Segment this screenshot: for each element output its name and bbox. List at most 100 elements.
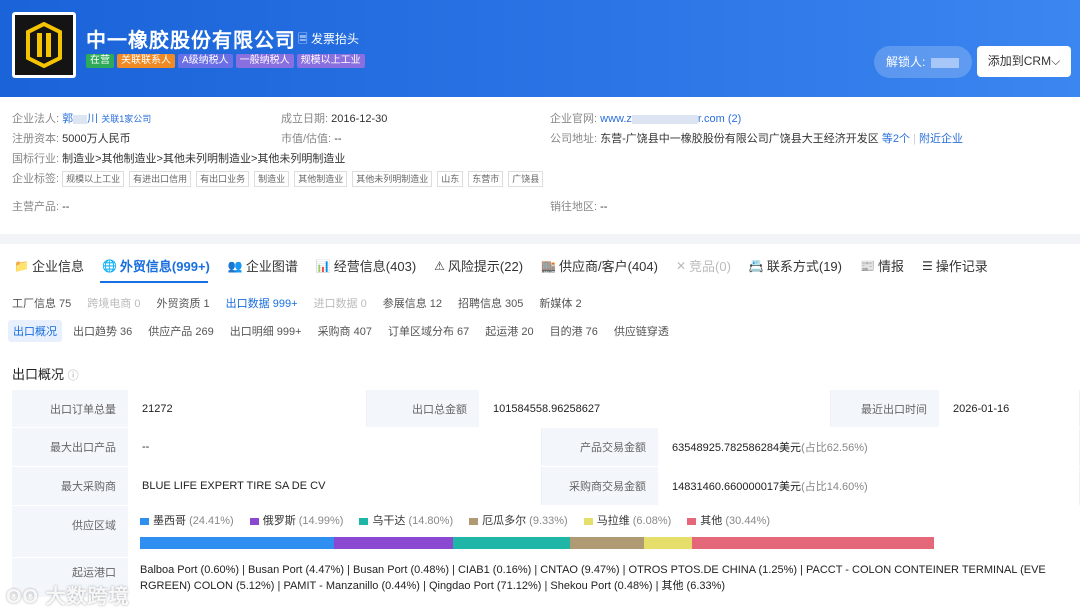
max-buyer-value[interactable]: BLUE LIFE EXPERT TIRE SA DE CV — [128, 467, 542, 505]
subtab2-item[interactable]: 目的港 76 — [545, 320, 603, 342]
legend-swatch — [359, 517, 369, 525]
unlocker-mask — [930, 57, 959, 68]
order-total-value: 21272 — [128, 390, 367, 427]
amount-label: 出口总金额 — [367, 390, 479, 427]
subtab2-item[interactable]: 供应产品 269 — [143, 320, 218, 342]
legend-swatch — [469, 517, 479, 525]
industry-value: 制造业>其他制造业>其他未列明制造业>其他未列明制造业 — [62, 153, 346, 165]
section-divider — [0, 234, 1080, 244]
product-amount-label: 产品交易金额 — [542, 428, 658, 466]
subtab-item[interactable]: 新媒体 2 — [539, 295, 581, 311]
tab-0[interactable]: 📁 企业信息 — [14, 256, 84, 275]
tab-label: 操作记录 — [935, 259, 988, 274]
legal-person-value[interactable]: 郭川 — [62, 113, 98, 125]
tab-icon: 🌐 — [101, 258, 117, 273]
tab-6[interactable]: ✕ 竞品(0) — [676, 256, 731, 275]
company-tag[interactable]: 其他制造业 — [294, 171, 348, 187]
invoice-title-link[interactable]: 🗏 发票抬头 — [298, 30, 359, 51]
tab-8[interactable]: 📰 情报 — [860, 256, 904, 275]
tab-icon: 🏬 — [541, 258, 556, 273]
subtab2-item[interactable]: 出口趋势 36 — [68, 320, 137, 342]
tags-row: 企业标签: 规模以上工业 有进出口信用 有出口业务 制造业 其他制造业 其他未列明制造业山… — [12, 170, 548, 187]
max-product-label: 最大出口产品 — [12, 428, 128, 466]
legend-item: 厄瓜多尔 (9.33%) — [469, 512, 568, 528]
last-export-label: 最近出口时间 — [831, 390, 939, 427]
stacked-bar — [140, 537, 934, 549]
subtab2-item[interactable]: 订单区域分布 67 — [383, 320, 474, 342]
legend-percent: (14.80%) — [408, 515, 454, 527]
supply-region-label: 供应区域 — [12, 506, 128, 557]
unlocker-pill: 解锁人: — [874, 46, 972, 78]
subtab-item[interactable]: 工厂信息 75 — [12, 295, 71, 311]
company-tag[interactable]: 制造业 — [254, 171, 290, 187]
company-tags: 在营 关联联系人 A级纳税人 一般纳税人 规模以上工业 — [86, 54, 365, 68]
company-tag[interactable]: 广饶县 — [508, 171, 544, 187]
product-value: -- — [62, 201, 70, 213]
company-tag[interactable]: 有进出口信用 — [129, 171, 192, 187]
subtab-item[interactable]: 外贸资质 1 — [156, 295, 209, 311]
buyer-amount-cell: 14831460.660000017美元 (占比14.60%) — [658, 467, 1080, 505]
legend-label: 俄罗斯 — [262, 515, 299, 527]
product-row: 主营产品: -- — [12, 198, 69, 214]
sales-region-row: 销往地区: -- — [550, 198, 607, 214]
legend-label: 墨西哥 — [153, 515, 190, 527]
industry-label: 国标行业: — [12, 153, 60, 165]
bar-segment-俄罗斯 — [333, 537, 453, 549]
tab-9[interactable]: ☰ 操作记录 — [922, 256, 988, 275]
subtab-item[interactable]: 跨境电商 0 — [87, 295, 140, 311]
company-tag[interactable]: 规模以上工业 — [62, 171, 125, 187]
address-row: 公司地址: 东营-广饶县中一橡胶股份有限公司广饶县大王经济开发区 等2个 | 附… — [550, 133, 963, 145]
legend-percent: (24.41%) — [189, 515, 234, 527]
subtab2-item[interactable]: 供应链穿透 — [609, 320, 674, 342]
company-tag[interactable]: 山东 — [437, 171, 464, 187]
bar-segment-乌干达 — [452, 537, 571, 549]
market-value: -- — [334, 133, 342, 145]
tab-icon: ⚠ — [434, 258, 445, 273]
capital-row: 注册资本: 5000万人民币 — [12, 130, 131, 146]
tab-label: 供应商/客户(404) — [559, 259, 658, 274]
company-tag[interactable]: 有出口业务 — [196, 171, 250, 187]
tab-5[interactable]: 🏬 供应商/客户(404) — [541, 256, 658, 275]
help-icon[interactable]: ⓘ — [68, 370, 79, 382]
legal-person-link[interactable]: 关联1家公司 — [101, 114, 151, 124]
market-label: 市值/估值: — [281, 133, 332, 145]
buyer-amount-value: 14831460.660000017美元 — [672, 481, 802, 493]
legend-item: 其他 (30.44%) — [687, 512, 770, 528]
subtab-item[interactable]: 进口数据 0 — [314, 295, 367, 311]
status-badge: A级纳税人 — [178, 54, 233, 68]
max-buyer-label: 最大采购商 — [12, 467, 128, 505]
nearby-link[interactable]: 附近企业 — [919, 133, 963, 145]
address-more-link[interactable]: 等2个 — [882, 133, 910, 145]
tab-2[interactable]: 👥 企业图谱 — [228, 256, 298, 275]
tab-4[interactable]: ⚠ 风险提示(22) — [434, 256, 523, 275]
company-tag[interactable]: 东营市 — [468, 171, 504, 187]
subtab2-item[interactable]: 采购商 407 — [313, 320, 377, 342]
product-amount-pct: (占比62.56%) — [801, 442, 868, 454]
company-tag[interactable]: 其他未列明制造业 — [352, 171, 433, 187]
tab-icon: ☰ — [921, 258, 933, 273]
subtab-item[interactable]: 招聘信息 305 — [458, 295, 523, 311]
industry-row: 国标行业: 制造业>其他制造业>其他未列明制造业>其他未列明制造业 — [12, 150, 345, 166]
chart-legend: 墨西哥 (24.41%) 俄罗斯 (14.99%) 乌干达 (14.80%) 厄瓜多尔… — [140, 512, 1080, 528]
sales-region-label: 销往地区: — [550, 201, 598, 213]
order-total-label: 出口订单总量 — [12, 390, 128, 427]
overview-table: 出口订单总量 21272 出口总金额 101584558.96258627 最近… — [12, 390, 1080, 598]
tab-3[interactable]: 📊 经营信息(403) — [316, 256, 416, 275]
website-link[interactable]: www.z r.com (2) — [600, 113, 741, 125]
subtab-item[interactable]: 出口数据 999+ — [226, 295, 298, 311]
active-tab-underline — [100, 281, 208, 283]
max-product-value: -- — [128, 428, 542, 466]
subtab2-item[interactable]: 起运港 20 — [480, 320, 538, 342]
tab-1[interactable]: 🌐 外贸信息(999+) — [102, 256, 210, 275]
tab-icon: 👥 — [227, 258, 243, 273]
legend-percent: (30.44%) — [725, 515, 770, 527]
tab-icon: 📰 — [860, 258, 875, 273]
add-to-crm-button[interactable]: 添加到CRM⌵ — [977, 46, 1071, 77]
subtab2-item[interactable]: 出口概况 — [8, 320, 62, 342]
subtab-item[interactable]: 参展信息 12 — [383, 295, 442, 311]
tab-7[interactable]: 📇 联系方式(19) — [749, 256, 842, 275]
subtab2-item[interactable]: 出口明细 999+ — [225, 320, 307, 342]
legend-label: 其他 — [700, 515, 726, 527]
legend-swatch — [249, 517, 259, 525]
table-row: 起运港口 Balboa Port (0.60%) | Busan Port (4… — [12, 558, 1080, 598]
